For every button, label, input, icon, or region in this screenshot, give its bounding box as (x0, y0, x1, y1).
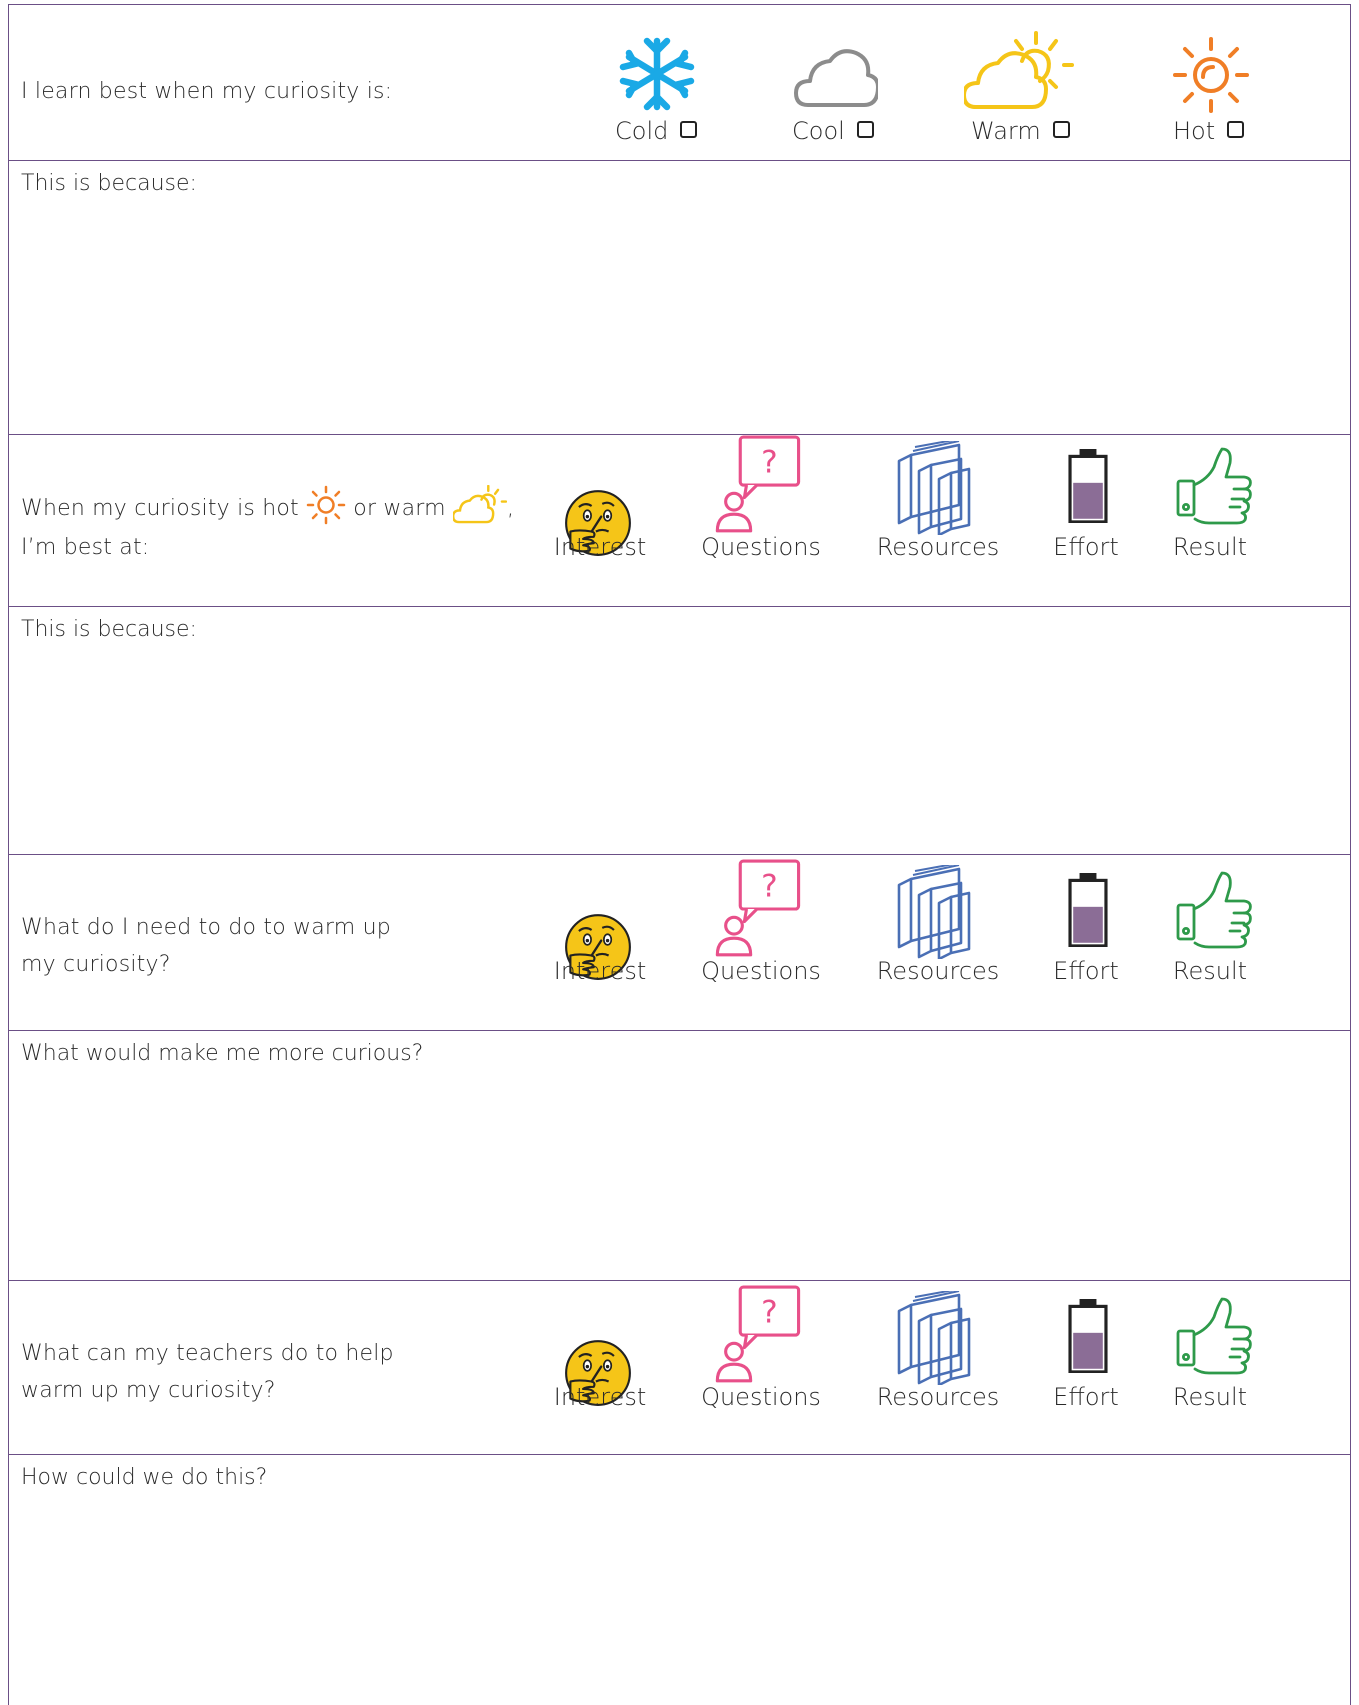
person-question-icon (715, 859, 803, 959)
teachers-prompt-line1: What can my teachers do to help (21, 1341, 394, 1366)
books-icon (895, 865, 975, 959)
warm-checkbox[interactable] (1052, 120, 1070, 138)
best-at-prompt-part1: When my curiosity is hot (21, 496, 299, 521)
best-at-prompt-comma: , (506, 496, 515, 521)
sun-icon (1171, 35, 1251, 115)
option-warm[interactable]: Warm (971, 117, 1070, 145)
thumbs-up-icon (1176, 445, 1258, 525)
option-hot[interactable]: Hot (1173, 117, 1245, 145)
category-label-result: Result (1172, 1383, 1248, 1411)
teachers-prompt-line2: warm up my curiosity? (21, 1378, 276, 1403)
category-label-effort: Effort (1053, 533, 1119, 561)
teachers-prompt: What can my teachers do to help warm up … (21, 1335, 394, 1409)
answer-label-1: This is because: (21, 171, 197, 196)
category-label-questions: Questions (701, 1383, 821, 1411)
category-label-interest: Interest (553, 1383, 647, 1411)
best-at-prompt-line2: I’m best at: (21, 535, 150, 560)
option-cool-label: Cool (792, 117, 845, 145)
category-label-effort: Effort (1053, 1383, 1119, 1411)
category-label-resources: Resources (876, 957, 1000, 985)
cold-checkbox[interactable] (680, 120, 698, 138)
best-at-row: When my curiosity is hot or warm , I’m b… (8, 434, 1351, 606)
answer-box-1[interactable]: This is because: (8, 160, 1351, 434)
warm-up-row: What do I need to do to warm up my curio… (8, 854, 1351, 1030)
snowflake-icon (619, 35, 695, 113)
category-label-result: Result (1172, 533, 1248, 561)
sun-cloud-icon (452, 485, 507, 525)
curiosity-level-row: I learn best when my curiosity is: Cold (8, 4, 1351, 160)
category-label-effort: Effort (1053, 957, 1119, 985)
best-at-prompt: When my curiosity is hot or warm , I’m b… (21, 485, 515, 566)
category-label-resources: Resources (876, 533, 1000, 561)
thumbs-up-icon (1176, 869, 1258, 949)
warm-up-prompt-line1: What do I need to do to warm up (21, 915, 391, 940)
cool-checkbox[interactable] (856, 120, 874, 138)
option-cold-label: Cold (615, 117, 669, 145)
person-question-icon (715, 1285, 803, 1385)
category-label-result: Result (1172, 957, 1248, 985)
cloud-icon (794, 45, 878, 111)
sun-icon (306, 485, 346, 525)
option-cold[interactable]: Cold (615, 117, 698, 145)
option-warm-label: Warm (971, 117, 1041, 145)
answer-label-4: How could we do this? (21, 1465, 268, 1490)
battery-icon (1067, 873, 1109, 947)
teachers-row: What can my teachers do to help warm up … (8, 1280, 1351, 1454)
answer-label-2: This is because: (21, 617, 197, 642)
category-label-interest: Interest (553, 957, 647, 985)
category-label-questions: Questions (701, 533, 821, 561)
warm-up-prompt: What do I need to do to warm up my curio… (21, 909, 391, 983)
battery-icon (1067, 449, 1109, 523)
category-label-questions: Questions (701, 957, 821, 985)
option-hot-label: Hot (1173, 117, 1216, 145)
curiosity-level-prompt: I learn best when my curiosity is: (21, 79, 393, 104)
best-at-prompt-part2: or warm (353, 496, 446, 521)
answer-box-4[interactable]: How could we do this? (8, 1454, 1351, 1705)
books-icon (895, 441, 975, 535)
category-label-resources: Resources (876, 1383, 1000, 1411)
answer-box-3[interactable]: What would make me more curious? (8, 1030, 1351, 1280)
thumbs-up-icon (1176, 1295, 1258, 1375)
answer-box-2[interactable]: This is because: (8, 606, 1351, 854)
books-icon (895, 1291, 975, 1385)
person-question-icon (715, 435, 803, 535)
battery-icon (1067, 1299, 1109, 1373)
worksheet: I learn best when my curiosity is: Cold (8, 4, 1353, 1705)
sun-cloud-icon (964, 31, 1074, 113)
hot-checkbox[interactable] (1227, 120, 1245, 138)
category-label-interest: Interest (553, 533, 647, 561)
warm-up-prompt-line2: my curiosity? (21, 952, 171, 977)
option-cool[interactable]: Cool (792, 117, 874, 145)
answer-label-3: What would make me more curious? (21, 1041, 424, 1066)
